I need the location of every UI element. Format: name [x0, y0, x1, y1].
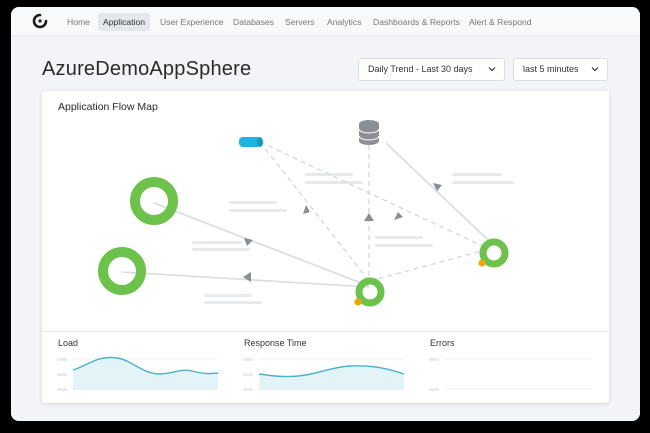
- flow-edge-tier3-tier4[interactable]: [369, 248, 490, 282]
- nav-item-analytics[interactable]: Analytics: [322, 13, 366, 31]
- database-icon[interactable]: [358, 120, 380, 145]
- warning-badge-icon: [354, 298, 362, 306]
- flow-edge-tier2-tier3[interactable]: [121, 271, 370, 288]
- flow-edge-database-tier4[interactable]: [385, 142, 490, 242]
- trend-dropdown[interactable]: Daily Trend - Last 30 days: [358, 58, 505, 81]
- chevron-down-icon: [591, 67, 599, 72]
- trend-dropdown-label: Daily Trend - Last 30 days: [368, 64, 473, 74]
- flow-edge-tier1-tier3[interactable]: [153, 202, 370, 287]
- tier-node-3[interactable]: [354, 277, 385, 307]
- app-window: Home Application User Experience Databas…: [11, 7, 640, 421]
- time-range-dropdown-label: last 5 minutes: [523, 64, 579, 74]
- errors-metric-panel[interactable]: Errors: [414, 332, 609, 403]
- nav-item-dashboards-reports[interactable]: Dashboards & Reports: [368, 13, 465, 31]
- tier-node-2[interactable]: [98, 247, 146, 295]
- tier-node-4[interactable]: [478, 238, 509, 268]
- tier-node-1[interactable]: [130, 177, 178, 225]
- top-navigation-bar: Home Application User Experience Databas…: [11, 7, 640, 36]
- main-content: AzureDemoAppSphere Daily Trend - Last 30…: [11, 36, 640, 421]
- load-sparkline: [57, 356, 219, 391]
- response-time-metric-panel[interactable]: Response Time: [228, 332, 414, 403]
- appdynamics-logo-icon[interactable]: [32, 13, 48, 29]
- queue-icon[interactable]: [239, 137, 263, 147]
- nav-item-user-experience[interactable]: User Experience: [155, 13, 229, 31]
- nav-item-databases[interactable]: Databases: [228, 13, 279, 31]
- nav-item-application[interactable]: Application: [98, 13, 151, 31]
- flow-arrowheads: [243, 183, 442, 282]
- nav-item-alert-respond[interactable]: Alert & Respond: [464, 13, 537, 31]
- nav-item-home[interactable]: Home: [62, 13, 95, 31]
- metrics-row: Load Response Time Errors: [42, 331, 609, 403]
- flow-map-card: Application Flow Map Load Response Time …: [42, 91, 609, 403]
- load-metric-panel[interactable]: Load: [42, 332, 228, 403]
- flow-edge-queue-tier4[interactable]: [259, 141, 490, 250]
- nav-item-servers[interactable]: Servers: [280, 13, 320, 31]
- chevron-down-icon: [488, 67, 496, 72]
- flow-map-canvas[interactable]: [42, 91, 609, 331]
- time-range-dropdown[interactable]: last 5 minutes: [513, 58, 608, 81]
- warning-badge-icon: [478, 259, 486, 267]
- page-title: AzureDemoAppSphere: [42, 58, 252, 80]
- response-time-sparkline: [243, 358, 405, 391]
- errors-sparkline: [429, 358, 592, 391]
